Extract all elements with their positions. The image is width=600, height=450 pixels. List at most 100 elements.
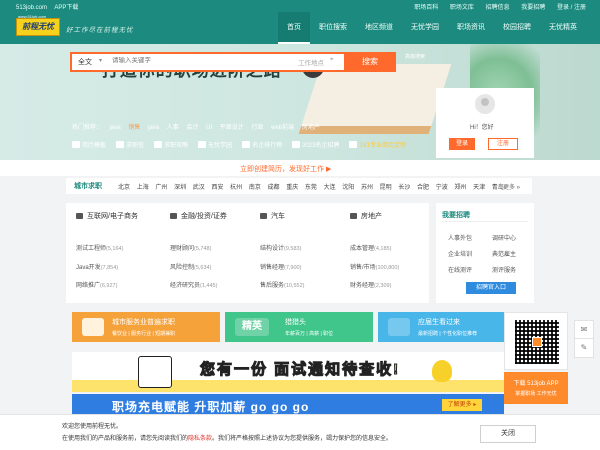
career-ad-banner[interactable]: 职场充电赋能 升职加薪 go go go 了解更多 ▸ bbox=[72, 394, 504, 416]
recruiter-entry-button[interactable]: 招聘官入口 bbox=[466, 282, 516, 294]
tool-ranking[interactable]: 名企排行榜 bbox=[242, 140, 282, 149]
industry-heading[interactable]: 汽车 bbox=[260, 211, 285, 221]
banner-city-service[interactable]: 城市服务业普遍求职 餐饮业 | 服务行业 | 短期兼职 bbox=[72, 312, 220, 342]
top-link-post-job[interactable]: 我要招聘 bbox=[521, 5, 545, 11]
job-link[interactable]: 网络推广(6,927) bbox=[76, 280, 117, 289]
hot-keyword[interactable]: 会计 bbox=[186, 125, 198, 131]
hot-keyword[interactable]: java bbox=[110, 125, 121, 131]
site-logo[interactable]: 前程无忧 bbox=[16, 18, 60, 36]
privacy-policy-link[interactable]: 隐私条款 bbox=[188, 436, 212, 442]
search-input[interactable] bbox=[112, 57, 282, 64]
job-link[interactable]: 风险控制(5,634) bbox=[170, 262, 211, 271]
city-link[interactable]: 西安 bbox=[211, 185, 223, 191]
hot-keyword[interactable]: java bbox=[148, 125, 159, 131]
city-link[interactable]: 上海 bbox=[137, 185, 149, 191]
city-link[interactable]: 苏州 bbox=[361, 185, 373, 191]
recruit-link[interactable]: 企业培训 bbox=[448, 249, 472, 258]
city-link[interactable]: 北京 bbox=[118, 185, 130, 191]
job-link[interactable]: 经济研究员(1,445) bbox=[170, 280, 217, 289]
banner-subtitle: 餐饮业 | 服务行业 | 短期兼职 bbox=[112, 331, 176, 337]
industry-heading[interactable]: 互联网/电子商务 bbox=[76, 211, 138, 221]
app-download-link[interactable]: APP下载 bbox=[54, 5, 78, 11]
tool-academy[interactable]: 无忧学园 bbox=[198, 140, 232, 149]
city-list: 北京 上海 广州 深圳 武汉 西安 杭州 南京 成都 重庆 东莞 大连 沈阳 苏… bbox=[118, 182, 509, 191]
industry-heading[interactable]: 金融/投资/证券 bbox=[170, 211, 227, 221]
job-link[interactable]: 销售/市场(100,800) bbox=[350, 262, 399, 271]
recruit-link[interactable]: 调研中心 bbox=[492, 233, 516, 242]
download-title: 下载 513job APP bbox=[513, 381, 559, 387]
top-link-jobinfo[interactable]: 招聘信息 bbox=[486, 5, 510, 11]
tool-2023-recruit[interactable]: 2023名企招聘 bbox=[292, 140, 339, 149]
tool-resume-template[interactable]: 简历模板 bbox=[72, 140, 106, 149]
nav-home[interactable]: 首页 bbox=[278, 12, 310, 44]
city-link[interactable]: 长沙 bbox=[398, 185, 410, 191]
feedback-icon[interactable]: ✎ bbox=[574, 338, 594, 358]
nav-academy[interactable]: 无忧学园 bbox=[402, 12, 448, 44]
industry-heading[interactable]: 房地产 bbox=[350, 211, 382, 221]
nav-campus[interactable]: 校园招聘 bbox=[494, 12, 540, 44]
job-link[interactable]: 财务经理(2,309) bbox=[350, 280, 391, 289]
login-register-link[interactable]: 登录 / 注册 bbox=[557, 5, 586, 11]
city-link[interactable]: 合肥 bbox=[417, 185, 429, 191]
city-link[interactable]: 宁波 bbox=[436, 185, 448, 191]
city-link[interactable]: 广州 bbox=[155, 185, 167, 191]
hot-keyword[interactable]: UI bbox=[206, 125, 212, 131]
job-link[interactable]: Java开发(7,854) bbox=[76, 262, 118, 271]
close-notice-button[interactable]: 关闭 bbox=[480, 425, 536, 443]
search-category-select[interactable]: 全文 bbox=[78, 57, 92, 67]
tool-strategy[interactable]: 求职攻略 bbox=[154, 140, 188, 149]
more-cities-link[interactable]: 更多 » bbox=[503, 182, 520, 191]
banner-headhunter[interactable]: 精英 猎猎头 年薪百万 | 高薪 | 职位 bbox=[225, 312, 373, 342]
recruit-link[interactable]: 在线测评 bbox=[448, 265, 472, 274]
register-button[interactable]: 注册 bbox=[488, 138, 518, 150]
create-resume-link[interactable]: 立即创建简历，发现好工作 ▶ bbox=[240, 164, 331, 174]
search-button[interactable]: 搜索 bbox=[344, 52, 396, 72]
city-link[interactable]: 沈阳 bbox=[342, 185, 354, 191]
job-link[interactable]: 理财顾问(5,748) bbox=[170, 243, 211, 252]
city-link[interactable]: 深圳 bbox=[174, 185, 186, 191]
top-link-library[interactable]: 职场文库 bbox=[450, 5, 474, 11]
city-link[interactable]: 南京 bbox=[249, 185, 261, 191]
city-link[interactable]: 昆明 bbox=[380, 185, 392, 191]
advanced-search-link[interactable]: 高级搜索 bbox=[405, 54, 425, 61]
hot-keyword[interactable]: 平面设计 bbox=[220, 125, 244, 131]
city-link[interactable]: 成都 bbox=[268, 185, 280, 191]
hot-keyword[interactable]: 销售 bbox=[128, 125, 140, 131]
city-link[interactable]: 大连 bbox=[324, 185, 336, 191]
learn-more-button[interactable]: 了解更多 ▸ bbox=[442, 399, 482, 411]
recruit-link[interactable]: 典范雇主 bbox=[492, 249, 516, 258]
hot-keyword[interactable]: web前端 bbox=[271, 125, 294, 131]
app-download-panel[interactable]: 下载 513job APP 掌握职场 工作无忧 bbox=[504, 372, 568, 404]
job-link[interactable]: 测试工程师(5,164) bbox=[76, 243, 123, 252]
city-link[interactable]: 天津 bbox=[473, 185, 485, 191]
hot-keyword[interactable]: 房地产 bbox=[302, 125, 320, 131]
recruit-link[interactable]: 人事外包 bbox=[448, 233, 472, 242]
job-link[interactable]: 售后服务(10,552) bbox=[260, 280, 305, 289]
interview-ad-banner[interactable]: 您有一份 面试通知待查收! bbox=[72, 352, 504, 392]
hot-keyword[interactable]: 行政 bbox=[251, 125, 263, 131]
city-link[interactable]: 青岛 bbox=[492, 185, 504, 191]
city-link[interactable]: 武汉 bbox=[193, 185, 205, 191]
nav-job-search[interactable]: 职位搜索 bbox=[310, 12, 356, 44]
nav-region[interactable]: 地区频道 bbox=[356, 12, 402, 44]
city-link[interactable]: 重庆 bbox=[286, 185, 298, 191]
tool-custom-resume[interactable]: 1V1专业简历定制 bbox=[349, 140, 406, 149]
top-link-wiki[interactable]: 职场百科 bbox=[414, 5, 438, 11]
hot-keyword[interactable]: 人事 bbox=[167, 125, 179, 131]
job-link[interactable]: 结构设计(9,583) bbox=[260, 243, 301, 252]
nav-elite[interactable]: 无忧精英 bbox=[540, 12, 586, 44]
job-link[interactable]: 成本管理(4,185) bbox=[350, 243, 391, 252]
recruit-link[interactable]: 测评服务 bbox=[492, 265, 516, 274]
city-link[interactable]: 东莞 bbox=[305, 185, 317, 191]
city-link[interactable]: 杭州 bbox=[230, 185, 242, 191]
banner-title: 城市服务业普遍求职 bbox=[112, 319, 175, 326]
chat-icon[interactable]: ✉ bbox=[574, 320, 594, 340]
tool-cover-letter[interactable]: 求职信 bbox=[116, 140, 144, 149]
nav-news[interactable]: 职场资讯 bbox=[448, 12, 494, 44]
login-button[interactable]: 登录 bbox=[449, 138, 475, 150]
location-field[interactable]: 工作地点 bbox=[298, 57, 324, 67]
city-link[interactable]: 郑州 bbox=[454, 185, 466, 191]
site-url-link[interactable]: 513job.com bbox=[16, 5, 47, 11]
job-link[interactable]: 销售经理(7,900) bbox=[260, 262, 301, 271]
banner-graduates[interactable]: 应届生看过来 最新招聘 | 个性化职位推荐 bbox=[378, 312, 510, 342]
